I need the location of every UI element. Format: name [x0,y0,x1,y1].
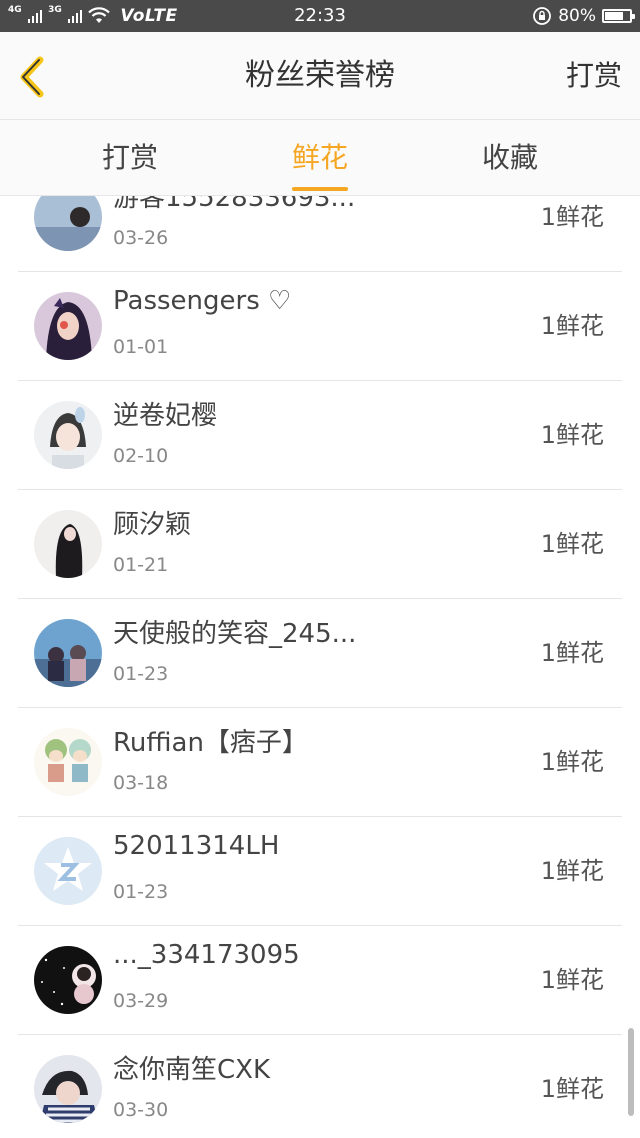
list-item[interactable]: 顾汐颖 01-21 1鲜花 [18,490,622,599]
avatar [34,619,102,687]
fan-list[interactable]: 游客1552833693... 03-26 1鲜花 Passengers ♡ 0… [0,196,640,1138]
avatar [34,401,102,469]
fan-name: Passengers ♡ [113,286,292,316]
list-item[interactable]: Passengers ♡ 01-01 1鲜花 [18,272,622,381]
gift-count: 1鲜花 [540,421,604,449]
tab-tips[interactable]: 打赏 [60,120,200,196]
avatar [34,510,102,578]
fan-date: 01-23 [113,663,169,685]
rotation-lock-icon [533,7,552,25]
battery-icon [602,9,635,23]
fan-name: 游客1552833693... [113,196,356,213]
avatar [34,946,102,1014]
list-item[interactable]: 念你南笙CXK 03-30 1鲜花 [18,1035,622,1138]
list-item[interactable]: 天使般的笑容_245... 01-23 1鲜花 [18,599,622,708]
avatar [34,837,102,905]
gift-count: 1鲜花 [540,530,604,558]
fan-name: 念你南笙CXK [113,1055,271,1085]
gift-count: 1鲜花 [540,312,604,340]
list-item[interactable]: Ruffian【痞子】 03-18 1鲜花 [18,708,622,817]
tip-button[interactable]: 打赏 [566,32,622,120]
tab-tips-label: 打赏 [101,141,158,174]
gift-count: 1鲜花 [540,1075,604,1103]
gift-count: 1鲜花 [540,748,604,776]
list-item[interactable]: 52011314LH 01-23 1鲜花 [18,817,622,926]
fan-date: 01-23 [113,881,169,903]
fan-date: 03-30 [113,1099,169,1121]
tab-flowers-label: 鲜花 [291,141,348,174]
fan-date: 02-10 [113,445,169,467]
gift-count: 1鲜花 [540,966,604,994]
gift-count: 1鲜花 [540,857,604,885]
fan-name: ..._334173095 [113,940,300,970]
fan-date: 03-26 [113,227,169,249]
gift-count: 1鲜花 [540,639,604,667]
battery-percent: 80% [558,6,596,26]
list-item[interactable]: 游客1552833693... 03-26 1鲜花 [18,196,622,272]
status-bar: 4G 3G VoLTE 22:33 80% [0,0,640,32]
status-bar-right: 80% [532,0,635,32]
active-tab-indicator [292,187,348,191]
fan-list-rows: 游客1552833693... 03-26 1鲜花 Passengers ♡ 0… [0,196,640,1138]
tab-favorites[interactable]: 收藏 [440,120,580,196]
avatar [34,196,102,251]
fan-date: 03-18 [113,772,169,794]
fan-name: 52011314LH [113,831,280,861]
fan-name: 逆卷妃樱 [113,401,218,431]
page-title: 粉丝荣誉榜 [245,58,395,93]
tab-favorites-label: 收藏 [481,141,538,174]
fan-name: 天使般的笑容_245... [113,619,357,649]
fan-name: 顾汐颖 [113,510,192,540]
fan-date: 01-01 [113,336,169,358]
tab-bar: 打赏 鲜花 收藏 [0,120,640,196]
fan-name: Ruffian【痞子】 [113,728,308,758]
avatar [34,292,102,360]
list-item[interactable]: ..._334173095 03-29 1鲜花 [18,926,622,1035]
tab-flowers[interactable]: 鲜花 [250,120,390,196]
header-bar: 粉丝荣誉榜 打赏 [0,32,640,120]
avatar [34,728,102,796]
gift-count: 1鲜花 [540,203,604,231]
fan-date: 01-21 [113,554,169,576]
fan-date: 03-29 [113,990,169,1012]
list-item[interactable]: 逆卷妃樱 02-10 1鲜花 [18,381,622,490]
scrollbar[interactable] [628,1028,634,1116]
avatar [34,1055,102,1123]
